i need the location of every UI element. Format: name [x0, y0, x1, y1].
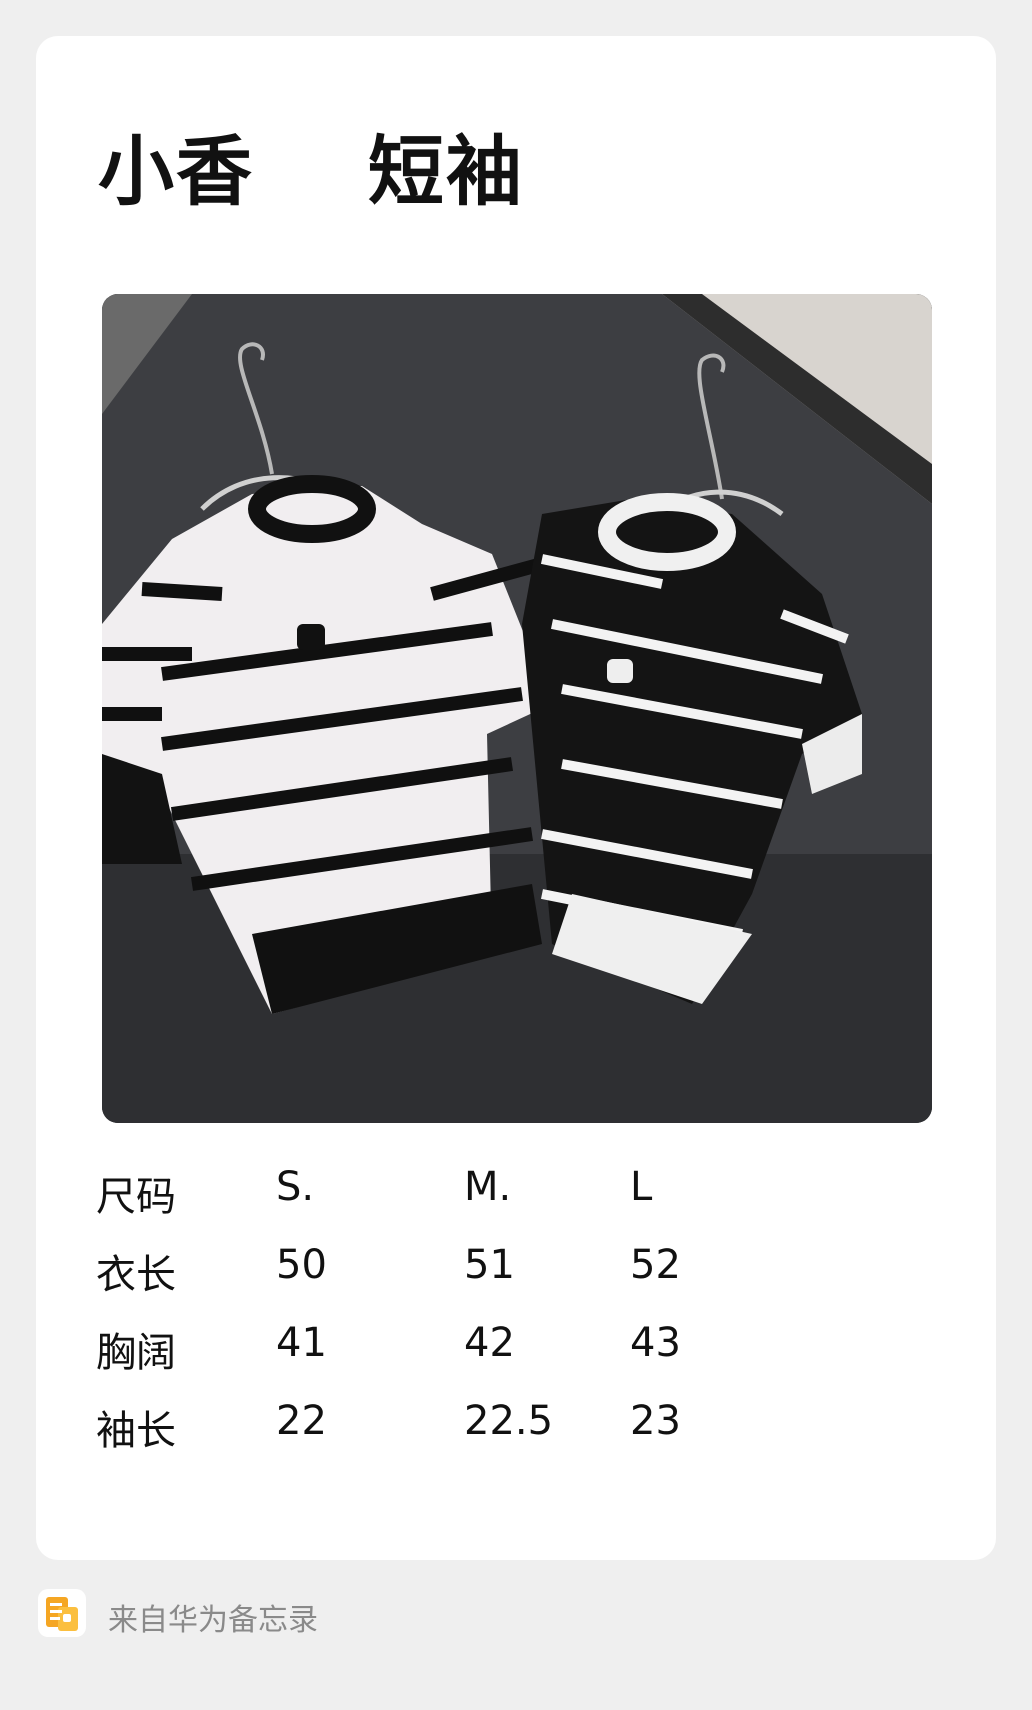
chest-s: 41 [276, 1320, 327, 1366]
length-s: 50 [276, 1242, 327, 1288]
size-header-s: S. [276, 1164, 315, 1210]
chest-l: 43 [630, 1320, 681, 1366]
row-label: 胸阔 [96, 1330, 176, 1376]
size-header-label: 尺码 [96, 1174, 176, 1220]
source-text: 来自华为备忘录 [108, 1603, 318, 1638]
length-m: 51 [464, 1242, 515, 1288]
size-header-m: M. [464, 1164, 512, 1210]
length-l: 52 [630, 1242, 681, 1288]
row-label: 袖长 [96, 1408, 176, 1454]
row-label: 衣长 [96, 1252, 176, 1298]
chest-m: 42 [464, 1320, 515, 1366]
memo-app-icon [38, 1589, 86, 1637]
note-title: 小香 短袖 [98, 127, 524, 216]
size-header-l: L [630, 1164, 653, 1210]
note-card: 小香 短袖 尺码 S. M. L 衣长 50 51 52 胸阔 41 42 43… [36, 36, 996, 1560]
product-photo[interactable] [102, 294, 932, 1123]
sleeve-l: 23 [630, 1398, 681, 1444]
sleeve-s: 22 [276, 1398, 327, 1444]
sleeve-m: 22.5 [464, 1398, 554, 1444]
